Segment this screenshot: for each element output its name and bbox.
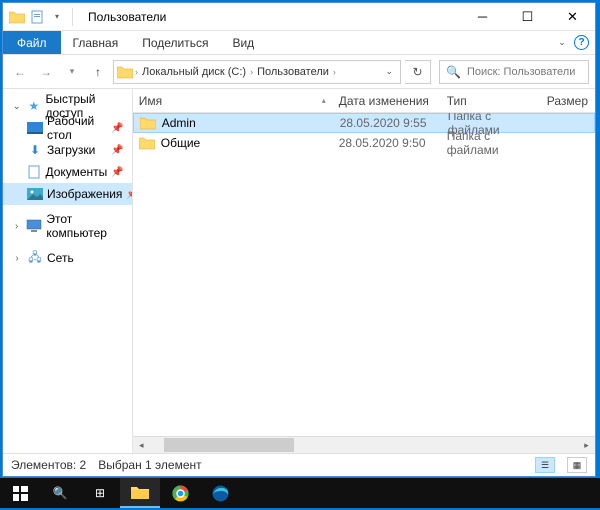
separator <box>72 8 73 26</box>
chevron-right-icon[interactable]: › <box>11 221 22 232</box>
tab-view[interactable]: Вид <box>220 31 266 54</box>
chevron-down-icon[interactable]: ⌄ <box>11 101 22 112</box>
sidebar-this-pc[interactable]: › Этот компьютер <box>3 215 132 237</box>
ribbon-expand-icon[interactable]: ⌄ <box>550 31 574 54</box>
minimize-button[interactable]: ─ <box>460 3 505 31</box>
start-button[interactable] <box>0 478 40 508</box>
status-selection: Выбран 1 элемент <box>98 458 201 472</box>
sidebar-item-downloads[interactable]: ⬇ Загрузки 📌 <box>3 139 132 161</box>
folder-icon <box>139 137 155 150</box>
address-dropdown-icon[interactable]: ⌄ <box>381 66 397 77</box>
documents-icon <box>27 164 41 180</box>
explorer-taskbar-icon[interactable] <box>120 478 160 508</box>
column-date[interactable]: Дата изменения <box>333 94 441 108</box>
sidebar-item-label: Документы <box>45 165 107 179</box>
scroll-right-icon[interactable]: ▸ <box>578 437 595 454</box>
search-button[interactable]: 🔍 <box>40 478 80 508</box>
help-icon[interactable]: ? <box>574 35 589 50</box>
sort-asc-icon: ▴ <box>322 96 326 105</box>
search-input[interactable]: 🔍 Поиск: Пользователи <box>439 60 589 84</box>
titlebar: ▾ Пользователи ─ ☐ ✕ <box>3 3 595 31</box>
pin-icon: 📌 <box>111 167 123 178</box>
properties-icon[interactable] <box>29 9 45 25</box>
sidebar-network[interactable]: › 🖧 Сеть <box>3 247 132 269</box>
edge-taskbar-icon[interactable] <box>200 478 240 508</box>
downloads-icon: ⬇ <box>27 142 43 158</box>
chevron-right-icon[interactable]: › <box>11 253 23 264</box>
tab-home[interactable]: Главная <box>61 31 131 54</box>
file-date: 28.05.2020 9:55 <box>334 116 442 130</box>
column-name[interactable]: Имя▴ <box>133 94 333 108</box>
sidebar-item-pictures[interactable]: Изображения 📌 <box>3 183 132 205</box>
star-icon: ★ <box>26 98 41 114</box>
file-date: 28.05.2020 9:50 <box>333 136 441 150</box>
sidebar-item-label: Изображения <box>47 187 122 201</box>
window-title: Пользователи <box>82 10 460 24</box>
breadcrumb[interactable]: Локальный диск (C:) <box>140 66 248 78</box>
chrome-taskbar-icon[interactable] <box>160 478 200 508</box>
column-size[interactable]: Размер <box>541 94 595 108</box>
file-name: Admin <box>162 116 196 130</box>
close-button[interactable]: ✕ <box>550 3 595 31</box>
file-list-area: Имя▴ Дата изменения Тип Размер Admin 28.… <box>133 89 595 453</box>
desktop-icon <box>27 120 43 136</box>
tab-share[interactable]: Поделиться <box>130 31 220 54</box>
column-type[interactable]: Тип <box>441 94 541 108</box>
ribbon: Файл Главная Поделиться Вид ⌄ ? <box>3 31 595 55</box>
file-tab[interactable]: Файл <box>3 31 61 54</box>
nav-pane: ⌄ ★ Быстрый доступ Рабочий стол 📌 ⬇ Загр… <box>3 89 133 453</box>
file-list[interactable]: Admin 28.05.2020 9:55 Папка с файлами Об… <box>133 113 595 436</box>
file-name: Общие <box>161 136 200 150</box>
folder-icon <box>117 65 133 79</box>
nav-back-button[interactable]: ← <box>9 61 31 83</box>
pin-icon: 📌 <box>111 145 123 156</box>
content-area: ⌄ ★ Быстрый доступ Рабочий стол 📌 ⬇ Загр… <box>3 89 595 453</box>
table-row[interactable]: Общие 28.05.2020 9:50 Папка с файлами <box>133 133 595 153</box>
address-bar[interactable]: › Локальный диск (C:) › Пользователи › ⌄ <box>113 60 401 84</box>
sidebar-item-desktop[interactable]: Рабочий стол 📌 <box>3 117 132 139</box>
view-details-button[interactable]: ☰ <box>535 457 555 473</box>
horizontal-scrollbar[interactable]: ◂ ▸ <box>133 436 595 453</box>
chevron-right-icon[interactable]: › <box>250 67 253 77</box>
sidebar-item-label: Рабочий стол <box>47 114 107 142</box>
view-large-button[interactable]: ▦ <box>567 457 587 473</box>
chevron-right-icon[interactable]: › <box>135 67 138 77</box>
sidebar-item-label: Этот компьютер <box>46 212 131 240</box>
refresh-button[interactable]: ↻ <box>405 60 431 84</box>
pin-icon: 📌 <box>111 123 123 134</box>
scroll-left-icon[interactable]: ◂ <box>133 437 150 454</box>
search-icon: 🔍 <box>446 65 461 79</box>
sidebar-item-label: Загрузки <box>47 143 95 157</box>
sidebar-item-label: Сеть <box>47 251 74 265</box>
column-headers: Имя▴ Дата изменения Тип Размер <box>133 89 595 113</box>
nav-up-button[interactable]: ↑ <box>87 61 109 83</box>
file-type: Папка с файлами <box>441 129 541 157</box>
task-view-button[interactable]: ⊞ <box>80 478 120 508</box>
explorer-window: ▾ Пользователи ─ ☐ ✕ Файл Главная Подели… <box>2 2 596 477</box>
nav-recent-dropdown[interactable]: ▾ <box>61 61 83 83</box>
taskbar: 🔍 ⊞ <box>0 478 600 508</box>
nav-forward-button[interactable]: → <box>35 61 57 83</box>
status-item-count: Элементов: 2 <box>11 458 86 472</box>
chevron-right-icon[interactable]: › <box>333 67 336 77</box>
folder-icon <box>140 117 156 130</box>
network-icon: 🖧 <box>27 250 43 266</box>
qat-dropdown-icon[interactable]: ▾ <box>49 9 65 25</box>
pictures-icon <box>27 186 43 202</box>
sidebar-item-documents[interactable]: Документы 📌 <box>3 161 132 183</box>
breadcrumb[interactable]: Пользователи <box>255 66 331 78</box>
nav-row: ← → ▾ ↑ › Локальный диск (C:) › Пользова… <box>3 55 595 89</box>
folder-icon <box>9 9 25 25</box>
maximize-button[interactable]: ☐ <box>505 3 550 31</box>
scroll-thumb[interactable] <box>164 438 294 452</box>
status-bar: Элементов: 2 Выбран 1 элемент ☰ ▦ <box>3 453 595 476</box>
search-placeholder: Поиск: Пользователи <box>467 66 575 78</box>
computer-icon <box>26 218 42 234</box>
